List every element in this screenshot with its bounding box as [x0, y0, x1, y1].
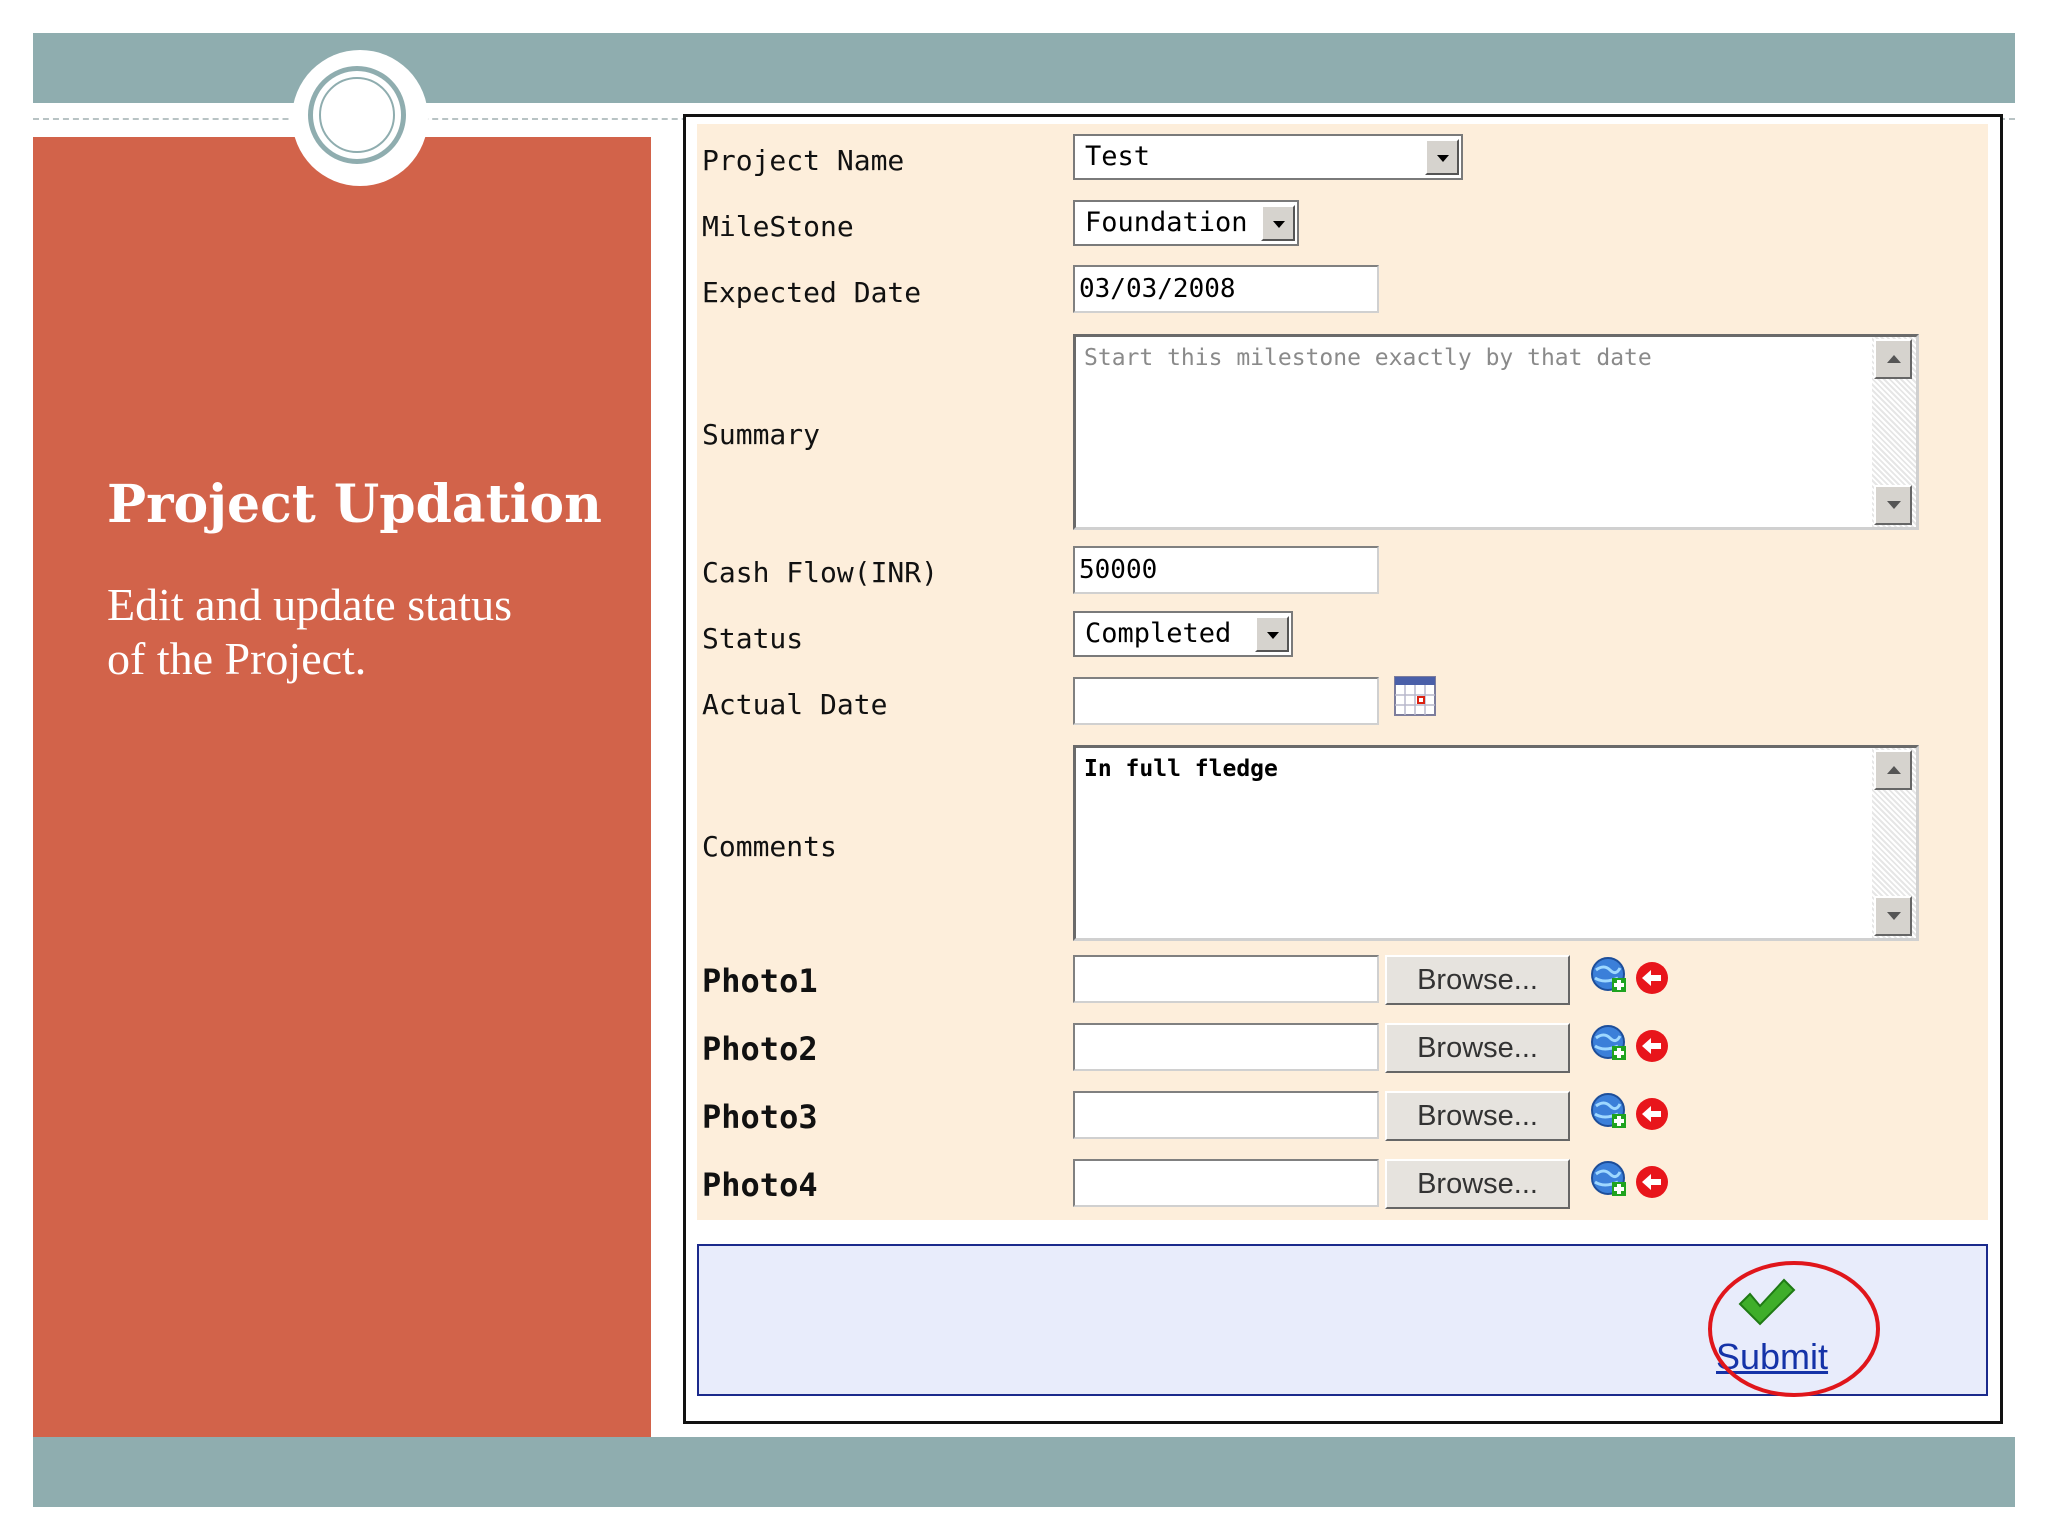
milestone-label: MileStone [702, 210, 854, 243]
summary-label: Summary [702, 418, 821, 451]
status-value: Completed [1085, 618, 1232, 649]
actual-date-input[interactable] [1073, 677, 1379, 725]
milestone-select[interactable]: Foundation [1073, 200, 1299, 246]
milestone-value: Foundation [1085, 207, 1248, 238]
photo2-file-input[interactable] [1073, 1023, 1379, 1071]
globe-add-icon[interactable] [1590, 1160, 1628, 1198]
photo4-browse-button[interactable]: Browse... [1385, 1159, 1570, 1209]
cash-flow-input[interactable]: 50000 [1073, 546, 1379, 594]
slide-subtitle: Edit and update status of the Project. [107, 578, 627, 686]
comments-scrollbar[interactable] [1872, 748, 1916, 938]
status-label: Status [702, 622, 804, 655]
globe-add-icon[interactable] [1590, 1092, 1628, 1130]
actual-date-label: Actual Date [702, 688, 888, 721]
comments-textarea[interactable]: In full fledge [1073, 745, 1919, 941]
remove-arrow-icon[interactable] [1634, 960, 1670, 996]
scroll-up-icon[interactable] [1874, 750, 1912, 790]
project-name-value: Test [1085, 141, 1151, 172]
photo1-label: Photo1 [702, 962, 818, 1000]
photo3-browse-button[interactable]: Browse... [1385, 1091, 1570, 1141]
cash-flow-label: Cash Flow(INR) [702, 556, 939, 589]
calendar-icon[interactable] [1394, 676, 1436, 716]
globe-add-icon[interactable] [1590, 956, 1628, 994]
photo4-file-input[interactable] [1073, 1159, 1379, 1207]
chevron-down-icon[interactable] [1255, 616, 1289, 652]
scroll-down-icon[interactable] [1874, 485, 1912, 525]
slide-subtitle-line1: Edit and update status [107, 579, 512, 630]
comments-label: Comments [702, 830, 837, 863]
status-select[interactable]: Completed [1073, 611, 1293, 657]
summary-text: Start this milestone exactly by that dat… [1084, 345, 1652, 371]
left-panel [33, 137, 651, 1437]
photo3-file-input[interactable] [1073, 1091, 1379, 1139]
expected-date-input[interactable]: 03/03/2008 [1073, 265, 1379, 313]
photo4-label: Photo4 [702, 1166, 818, 1204]
summary-scrollbar[interactable] [1872, 337, 1916, 527]
expected-date-label: Expected Date [702, 276, 922, 309]
decorative-ring-icon [308, 66, 406, 164]
highlight-circle [1708, 1261, 1880, 1397]
remove-arrow-icon[interactable] [1634, 1164, 1670, 1200]
project-name-select[interactable]: Test [1073, 134, 1463, 180]
remove-arrow-icon[interactable] [1634, 1028, 1670, 1064]
photo2-label: Photo2 [702, 1030, 818, 1068]
photo1-browse-button[interactable]: Browse... [1385, 955, 1570, 1005]
remove-arrow-icon[interactable] [1634, 1096, 1670, 1132]
bottom-band [33, 1437, 2015, 1507]
comments-text: In full fledge [1084, 756, 1278, 782]
scroll-up-icon[interactable] [1874, 339, 1912, 379]
slide-title: Project Updation [107, 474, 602, 535]
scroll-down-icon[interactable] [1874, 896, 1912, 936]
globe-add-icon[interactable] [1590, 1024, 1628, 1062]
photo2-browse-button[interactable]: Browse... [1385, 1023, 1570, 1073]
chevron-down-icon[interactable] [1425, 139, 1459, 175]
summary-textarea[interactable]: Start this milestone exactly by that dat… [1073, 334, 1919, 530]
photo3-label: Photo3 [702, 1098, 818, 1136]
slide-subtitle-line2: of the Project. [107, 633, 367, 684]
photo1-file-input[interactable] [1073, 955, 1379, 1003]
chevron-down-icon[interactable] [1261, 205, 1295, 241]
project-name-label: Project Name [702, 144, 905, 177]
